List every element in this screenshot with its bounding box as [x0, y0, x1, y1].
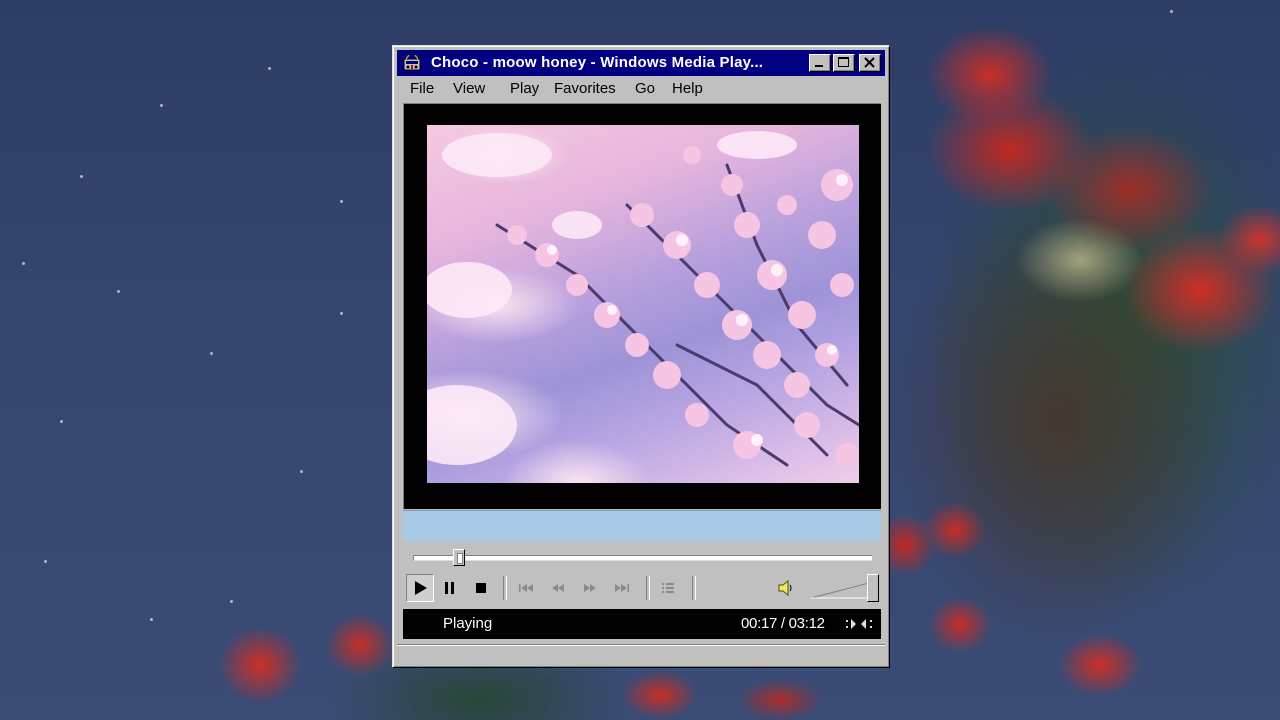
menu-favorites[interactable]: Favorites [549, 80, 621, 98]
seek-thumb[interactable] [452, 549, 465, 566]
menu-help[interactable]: Help [667, 80, 708, 98]
menu-view[interactable]: View [448, 80, 490, 98]
rewind-button[interactable] [544, 574, 572, 602]
skip-back-button[interactable] [512, 574, 540, 602]
minimize-button[interactable] [809, 54, 831, 72]
control-separator [503, 576, 507, 600]
media-player-icon [403, 55, 421, 71]
fast-forward-icon [584, 584, 596, 592]
status-bar: Playing 00:17 / 03:12 [403, 609, 881, 639]
video-frame [427, 125, 859, 483]
pause-icon [445, 582, 454, 594]
menu-play[interactable]: Play [505, 80, 544, 98]
window-title: Choco - moow honey - Windows Media Play.… [431, 54, 764, 71]
skip-back-icon [519, 584, 533, 592]
stop-button[interactable] [467, 574, 495, 602]
playback-time: 00:17 / 03:12 [741, 615, 825, 632]
minimize-icon [815, 65, 823, 67]
close-icon [864, 57, 875, 68]
control-separator [646, 576, 650, 600]
seek-bar[interactable] [413, 555, 872, 561]
pause-button[interactable] [436, 574, 464, 602]
volume-thumb[interactable] [867, 574, 879, 602]
playlist-icon [662, 583, 674, 593]
close-button[interactable] [859, 54, 881, 72]
maximize-icon [838, 57, 849, 67]
video-display[interactable] [403, 103, 881, 509]
menu-file[interactable]: File [405, 80, 439, 98]
media-player-window: Choco - moow honey - Windows Media Play.… [392, 45, 890, 668]
fast-forward-button[interactable] [576, 574, 604, 602]
playback-status: Playing [443, 615, 493, 632]
title-bar[interactable]: Choco - moow honey - Windows Media Play.… [397, 50, 885, 76]
menu-bar: File View Play Favorites Go Help [397, 77, 885, 101]
cherry-blossom-scene [427, 131, 859, 467]
skip-forward-button[interactable] [608, 574, 636, 602]
maximize-button[interactable] [833, 54, 855, 72]
stop-icon [476, 583, 486, 593]
play-icon [415, 581, 427, 595]
volume-slider[interactable] [811, 581, 873, 599]
skip-forward-icon [615, 584, 629, 592]
speaker-icon [778, 579, 792, 597]
mute-button[interactable] [772, 574, 800, 602]
control-separator [692, 576, 696, 600]
menu-go[interactable]: Go [630, 80, 660, 98]
play-button[interactable] [406, 574, 434, 602]
playlist-button[interactable] [654, 574, 682, 602]
info-bar [403, 510, 881, 541]
rewind-icon [552, 584, 564, 592]
stereo-icon[interactable] [844, 616, 874, 632]
window-footer [397, 644, 885, 663]
